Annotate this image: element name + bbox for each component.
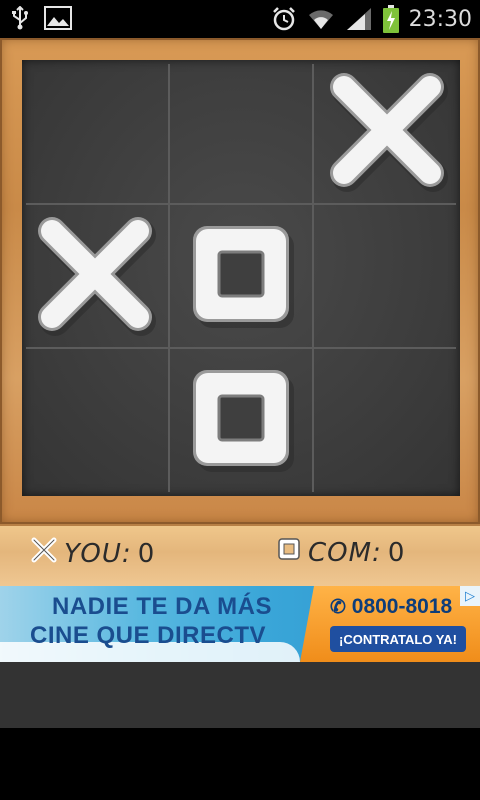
- ad-cta-button[interactable]: ¡CONTRATALO YA!: [330, 626, 466, 652]
- ad-headline-line1: NADIE TE DA MÁS: [52, 593, 272, 620]
- board-cell-2-2[interactable]: [168, 204, 314, 349]
- board-cell-3-2[interactable]: [168, 348, 314, 493]
- bottom-bar: [0, 728, 480, 800]
- usb-icon: [10, 6, 30, 30]
- board-cell-3-3[interactable]: [314, 348, 460, 493]
- board-cell-1-3[interactable]: [314, 60, 460, 205]
- square-icon: [276, 536, 302, 569]
- computer-score-label: COM:: [308, 537, 382, 568]
- ad-phone-number: ✆ 0800-8018: [330, 595, 452, 619]
- status-right-icons: 23:30: [271, 5, 472, 33]
- adchoices-icon[interactable]: ▷: [460, 586, 480, 606]
- ad-phone-text: 0800-8018: [351, 595, 453, 618]
- game-board: [22, 60, 460, 496]
- score-bar: YOU: 0 COM: 0: [0, 524, 480, 586]
- x-icon: [30, 536, 58, 571]
- computer-score: COM: 0: [276, 536, 405, 569]
- status-bar: 23:30: [0, 0, 480, 38]
- battery-charging-icon: [382, 5, 399, 33]
- clock-time: 23:30: [408, 6, 472, 32]
- phone-icon: ✆: [330, 597, 346, 618]
- x-mark-icon: [30, 209, 160, 344]
- player-score: YOU: 0: [30, 536, 155, 571]
- board-cell-2-1[interactable]: [22, 204, 168, 349]
- ad-banner[interactable]: NADIE TE DA MÁS CINE QUE DIRECTV ✆ 0800-…: [0, 586, 480, 662]
- board-cell-1-2[interactable]: [168, 60, 314, 205]
- wifi-icon: [307, 7, 335, 31]
- alarm-icon: [271, 6, 297, 32]
- image-icon: [44, 6, 72, 30]
- status-left-icons: [10, 6, 72, 30]
- empty-area: [0, 662, 480, 728]
- board-cell-2-3[interactable]: [314, 204, 460, 349]
- computer-score-value: 0: [387, 537, 406, 568]
- o-mark-icon: [181, 214, 301, 339]
- board-cell-3-1[interactable]: [22, 348, 168, 493]
- board-cell-1-1[interactable]: [22, 60, 168, 205]
- signal-icon: [345, 6, 373, 32]
- player-score-value: 0: [137, 538, 156, 569]
- x-mark-icon: [322, 65, 452, 200]
- ad-headline-line2: CINE QUE DIRECTV: [30, 622, 267, 649]
- board-frame: [0, 38, 480, 524]
- o-mark-icon: [181, 358, 301, 483]
- player-score-label: YOU:: [64, 538, 132, 569]
